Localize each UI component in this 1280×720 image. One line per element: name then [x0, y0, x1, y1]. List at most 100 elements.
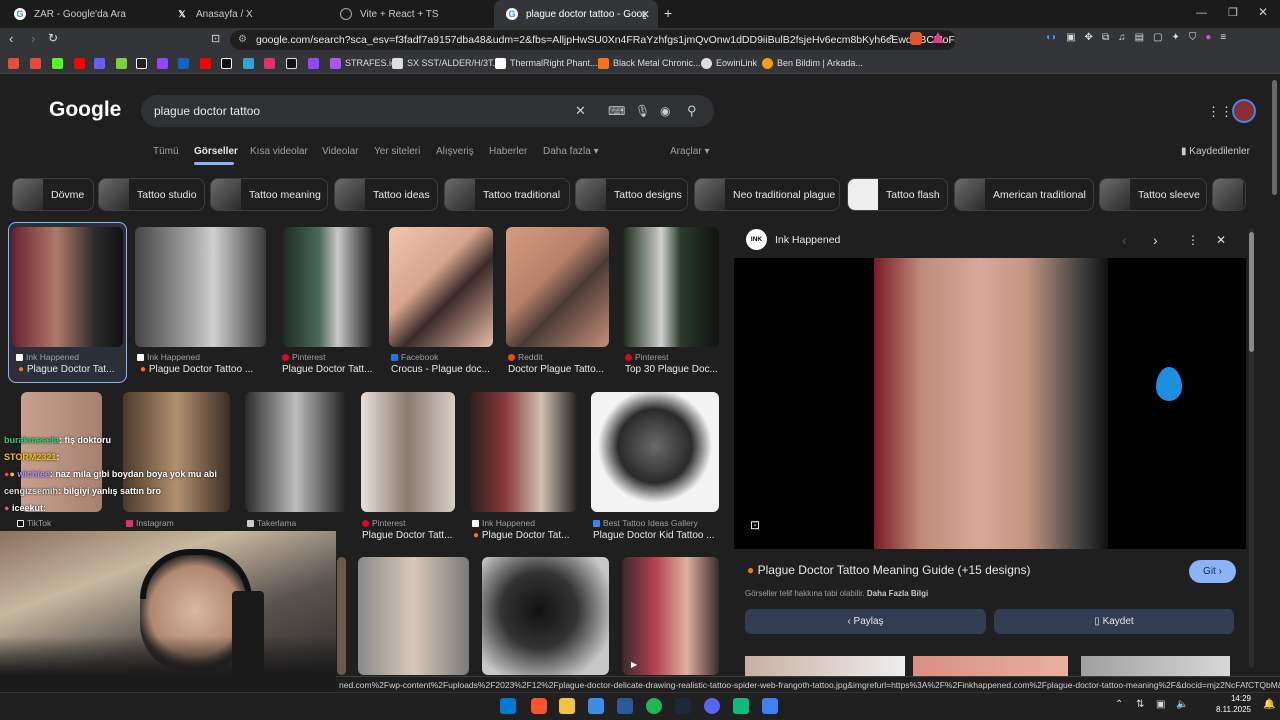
app-icon[interactable]: [617, 698, 633, 714]
result-caption[interactable]: Plague Doctor Kid Tattoo ...: [593, 530, 721, 541]
chip[interactable]: Tattoo studio: [98, 178, 205, 211]
result-image[interactable]: [389, 227, 493, 347]
related-image[interactable]: [745, 656, 905, 676]
result-source[interactable]: Ink Happened: [16, 352, 79, 362]
vpn-icon[interactable]: ⛉: [1189, 32, 1197, 48]
profile-icon[interactable]: ●: [1205, 32, 1211, 48]
back-icon[interactable]: ‹: [9, 31, 13, 46]
result-image[interactable]: [245, 392, 347, 512]
save-button[interactable]: ▯ Kaydet: [994, 609, 1234, 634]
tab-more[interactable]: Daha fazla ▾: [543, 146, 599, 157]
close-icon[interactable]: ✕: [1216, 233, 1226, 247]
minimize-icon[interactable]: —: [1196, 7, 1207, 19]
chip[interactable]: Tattoo ideas: [334, 178, 438, 211]
result-caption[interactable]: Top 30 Plague Doc...: [625, 364, 721, 375]
result-source[interactable]: Pinterest: [625, 352, 669, 362]
wallet-icon[interactable]: ▢: [1153, 32, 1162, 48]
extension-icon[interactable]: ▣: [1066, 32, 1075, 48]
result-caption[interactable]: Plague Doctor Tatt...: [282, 364, 378, 375]
result-image[interactable]: [337, 557, 346, 675]
result-image[interactable]: [470, 392, 577, 512]
tab-short-videos[interactable]: Kısa videolar: [250, 146, 308, 157]
clock-time[interactable]: 14:29: [1209, 694, 1251, 703]
app-icon[interactable]: [733, 698, 749, 714]
tab-videos[interactable]: Videolar: [322, 146, 359, 157]
share-page-icon[interactable]: ⇗: [886, 33, 894, 44]
browser-tab[interactable]: Vite + React + TS: [328, 0, 492, 28]
avatar[interactable]: [1232, 99, 1256, 123]
clear-icon[interactable]: ✕: [575, 95, 586, 127]
lens-search-icon[interactable]: ⊡: [750, 518, 760, 532]
bookmark-item[interactable]: STRAFES.io: [330, 56, 396, 70]
result-caption[interactable]: ● Plague Doctor Tat...: [18, 364, 122, 375]
forward-icon[interactable]: ›: [31, 31, 35, 46]
twitch-icon[interactable]: [157, 58, 168, 69]
bookmark-item[interactable]: ThermalRight Phant...: [495, 56, 598, 70]
restore-icon[interactable]: ❐: [1228, 6, 1238, 19]
result-caption[interactable]: Doctor Plague Tatto...: [508, 364, 612, 375]
tray-chevron-icon[interactable]: ⌃: [1115, 699, 1123, 710]
panel-title[interactable]: ● Plague Doctor Tattoo Meaning Guide (+1…: [747, 563, 1177, 577]
capture-icon[interactable]: ⧉: [1102, 32, 1109, 48]
x-icon[interactable]: [221, 58, 232, 69]
instagram-icon[interactable]: [264, 58, 275, 69]
related-image[interactable]: [1081, 656, 1230, 676]
tab-places[interactable]: Yer siteleri: [374, 146, 420, 157]
notifications-icon[interactable]: 🔔: [1263, 699, 1275, 710]
result-source[interactable]: Instagram: [126, 518, 174, 528]
share-button[interactable]: ‹ Paylaş: [745, 609, 986, 634]
browser-tab[interactable]: 𝕏 Anasayfa / X: [164, 0, 328, 28]
result-source[interactable]: Ink Happened: [137, 352, 200, 362]
visit-button[interactable]: Git ›: [1189, 560, 1236, 583]
result-image[interactable]: [283, 227, 374, 347]
result-image[interactable]: [622, 557, 719, 675]
result-source[interactable]: Best Tattoo Ideas Gallery: [593, 518, 698, 528]
youtube-icon[interactable]: [74, 58, 85, 69]
reload-icon[interactable]: ↻: [48, 31, 58, 45]
bookmark-icon[interactable]: [286, 58, 297, 69]
bookmark-item[interactable]: SX SST/ALDER/H/3T...: [392, 56, 500, 70]
bookmark-icon[interactable]: [116, 58, 127, 69]
result-source[interactable]: Ink Happened: [472, 518, 535, 528]
related-image[interactable]: [913, 656, 1068, 676]
preview-image[interactable]: [874, 258, 1108, 549]
bookmark-item[interactable]: Black Metal Chronic...: [598, 56, 701, 70]
bookmark-item[interactable]: EowinLink: [701, 56, 757, 70]
mic-icon[interactable]: 🎙: [635, 95, 650, 127]
result-source[interactable]: Pinterest: [282, 352, 326, 362]
page-scrollbar[interactable]: [1272, 80, 1277, 195]
result-image[interactable]: [591, 392, 719, 512]
bookmark-item[interactable]: Ben Bildim | Arkada...: [762, 56, 863, 70]
chip[interactable]: Tattoo traditional: [444, 178, 570, 211]
tab-shopping[interactable]: Alışveriş: [436, 146, 474, 157]
apps-icon[interactable]: ⋮⋮: [1207, 104, 1233, 120]
result-image[interactable]: [361, 392, 455, 512]
new-tab-button[interactable]: +: [664, 5, 672, 21]
steam-icon[interactable]: [675, 698, 691, 714]
chip[interactable]: Neo traditional plague: [694, 178, 840, 211]
next-icon[interactable]: ›: [1153, 232, 1158, 248]
tiktok-icon[interactable]: [136, 58, 147, 69]
chip[interactable]: I: [1212, 178, 1246, 211]
result-image[interactable]: [623, 227, 719, 347]
panel-scrollbar[interactable]: [1249, 228, 1254, 668]
result-caption[interactable]: Crocus - Plague doc...: [391, 364, 495, 375]
bookmark-icon[interactable]: [30, 58, 41, 69]
brave-icon[interactable]: [531, 698, 547, 714]
site-info-icon[interactable]: ⚙: [238, 30, 247, 50]
spotify-icon[interactable]: [646, 698, 662, 714]
network-icon[interactable]: ⇅: [1136, 699, 1144, 710]
chip[interactable]: Tattoo sleeve: [1099, 178, 1207, 211]
google-logo[interactable]: Google: [49, 98, 121, 122]
puzzle-icon[interactable]: ✥: [1085, 32, 1093, 48]
brave-shield-icon[interactable]: [910, 32, 922, 45]
result-source[interactable]: TikTok: [17, 518, 51, 528]
tab-all[interactable]: Tümü: [153, 146, 179, 157]
result-source[interactable]: Takerlama: [247, 518, 296, 528]
tray-app-icon[interactable]: ▣: [1156, 699, 1165, 710]
bookmark-icon[interactable]: [243, 58, 254, 69]
chip[interactable]: Tattoo flash: [847, 178, 948, 211]
clock-date[interactable]: 8.11.2025: [1209, 705, 1251, 714]
sidebar-icon[interactable]: ▤: [1135, 32, 1144, 48]
close-tab-icon[interactable]: ✕: [641, 8, 650, 21]
